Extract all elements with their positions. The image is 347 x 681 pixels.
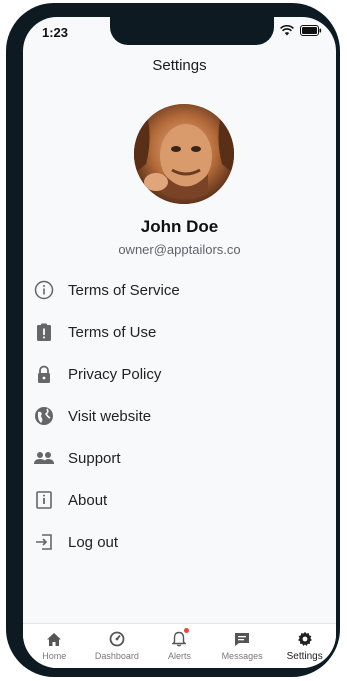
- avatar-photo: [134, 104, 234, 204]
- menu-item-terms-of-use[interactable]: Terms of Use: [33, 311, 323, 353]
- tab-label: Alerts: [167, 651, 191, 661]
- status-time: 1:23: [42, 25, 69, 40]
- dashboard-icon: [109, 630, 125, 648]
- menu-item-label: Terms of Service: [68, 281, 180, 299]
- bell-icon: [172, 628, 190, 648]
- menu-item-visit-website[interactable]: Visit website: [33, 395, 323, 437]
- tab-dashboard[interactable]: Dashboard: [86, 624, 149, 668]
- chat-icon: [234, 630, 250, 648]
- tab-alerts[interactable]: Alerts: [148, 624, 211, 668]
- menu-item-label: Visit website: [68, 407, 152, 425]
- menu-item-label: Support: [68, 449, 121, 467]
- menu-item-label: Log out: [68, 533, 119, 551]
- avatar[interactable]: [134, 104, 234, 204]
- tab-bar: Home Dashboard Alerts Messages Settings: [23, 623, 336, 668]
- profile-email: owner@apptailors.co: [118, 242, 241, 257]
- wifi-icon: [280, 25, 294, 36]
- settings-menu: Terms of Service Terms of Use Privacy Po…: [33, 269, 323, 563]
- menu-item-label: Terms of Use: [68, 323, 157, 341]
- page-title: Settings: [152, 57, 207, 74]
- menu-item-log-out[interactable]: Log out: [33, 521, 323, 563]
- logout-icon: [33, 531, 55, 553]
- tab-label: Dashboard: [94, 651, 139, 661]
- tab-label: Home: [42, 651, 67, 661]
- lock-icon: [33, 363, 55, 385]
- globe-icon: [33, 405, 55, 427]
- menu-item-terms-of-service[interactable]: Terms of Service: [33, 269, 323, 311]
- menu-item-label: About: [68, 491, 108, 509]
- status-icons: [280, 25, 322, 36]
- gear-icon: [297, 630, 313, 648]
- home-icon: [46, 630, 62, 648]
- clipboard-alert-icon: [33, 321, 55, 343]
- phone-frame: 1:23 Settings John Doe owner@apptailors.…: [6, 3, 340, 677]
- screen: 1:23 Settings John Doe owner@apptailors.…: [23, 17, 336, 668]
- tab-home[interactable]: Home: [23, 624, 86, 668]
- alert-badge-dot: [184, 628, 190, 633]
- tab-settings[interactable]: Settings: [273, 624, 336, 668]
- menu-item-label: Privacy Policy: [68, 365, 162, 383]
- tab-messages[interactable]: Messages: [211, 624, 274, 668]
- tab-label: Messages: [221, 651, 263, 661]
- people-icon: [33, 447, 55, 469]
- menu-item-about[interactable]: About: [33, 479, 323, 521]
- tab-label: Settings: [286, 651, 323, 662]
- profile-name: John Doe: [140, 217, 219, 236]
- battery-icon: [300, 25, 322, 36]
- info-circle-icon: [33, 279, 55, 301]
- notch: [110, 17, 274, 45]
- info-box-icon: [33, 489, 55, 511]
- menu-item-support[interactable]: Support: [33, 437, 323, 479]
- menu-item-privacy-policy[interactable]: Privacy Policy: [33, 353, 323, 395]
